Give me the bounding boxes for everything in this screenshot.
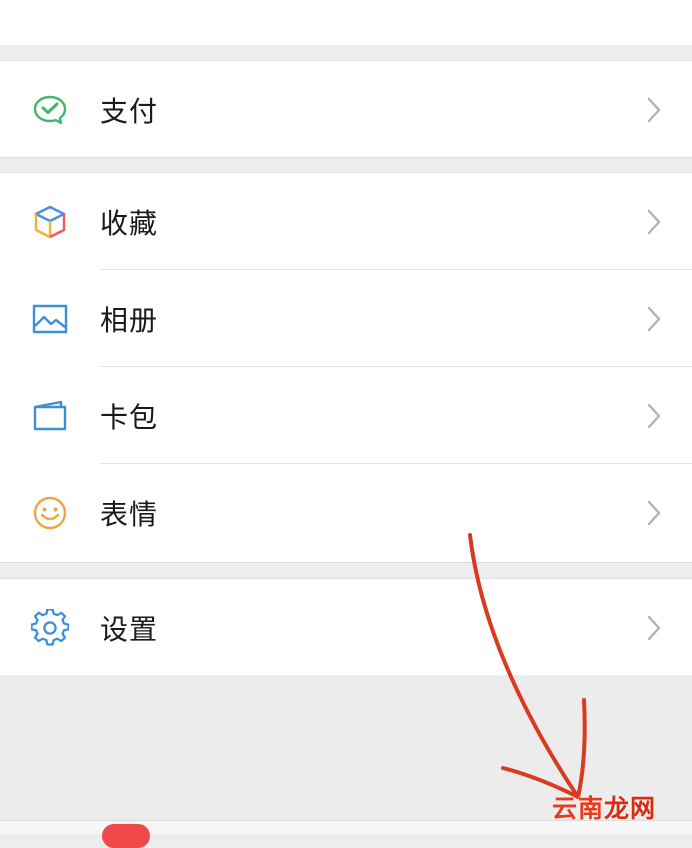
pay-group: 支付 — [0, 60, 692, 158]
menu-item-favorites-label: 收藏 — [100, 206, 159, 240]
menu-item-pay[interactable]: 支付 — [0, 61, 692, 158]
unread-badge — [102, 824, 150, 848]
wechat-pay-icon — [33, 95, 67, 124]
chevron-right-icon — [647, 403, 661, 428]
chevron-right-icon — [647, 500, 661, 525]
menu-item-favorites[interactable]: 收藏 — [0, 173, 692, 270]
menu-item-stickers-label: 表情 — [100, 497, 159, 531]
menu-item-settings-label: 设置 — [100, 612, 159, 646]
chevron-right-icon — [647, 306, 661, 331]
gear-icon — [31, 608, 69, 646]
chevron-right-icon — [647, 97, 661, 122]
menu-item-settings[interactable]: 设置 — [0, 579, 692, 676]
favorites-cube-icon — [34, 205, 66, 238]
menu-item-cards[interactable]: 卡包 — [0, 367, 692, 464]
menu-item-album-label: 相册 — [100, 303, 159, 337]
menu-item-pay-label: 支付 — [100, 94, 159, 128]
chevron-right-icon — [647, 209, 661, 234]
card-wallet-icon — [33, 400, 67, 430]
profile-header-bottom — [0, 0, 692, 45]
settings-group: 设置 — [0, 578, 692, 676]
chevron-right-icon — [647, 615, 661, 640]
watermark-text-a: 云南 — [551, 796, 604, 823]
watermark-logo: 云南龙网 — [552, 789, 656, 825]
tools-group: 收藏 相册 卡包 表情 — [0, 172, 692, 563]
menu-item-stickers[interactable]: 表情 — [0, 464, 692, 561]
menu-item-cards-label: 卡包 — [100, 400, 159, 434]
menu-item-album[interactable]: 相册 — [0, 270, 692, 367]
smiley-icon — [33, 496, 67, 529]
watermark-text-b: 龙网 — [603, 796, 656, 823]
photo-album-icon — [32, 304, 68, 333]
